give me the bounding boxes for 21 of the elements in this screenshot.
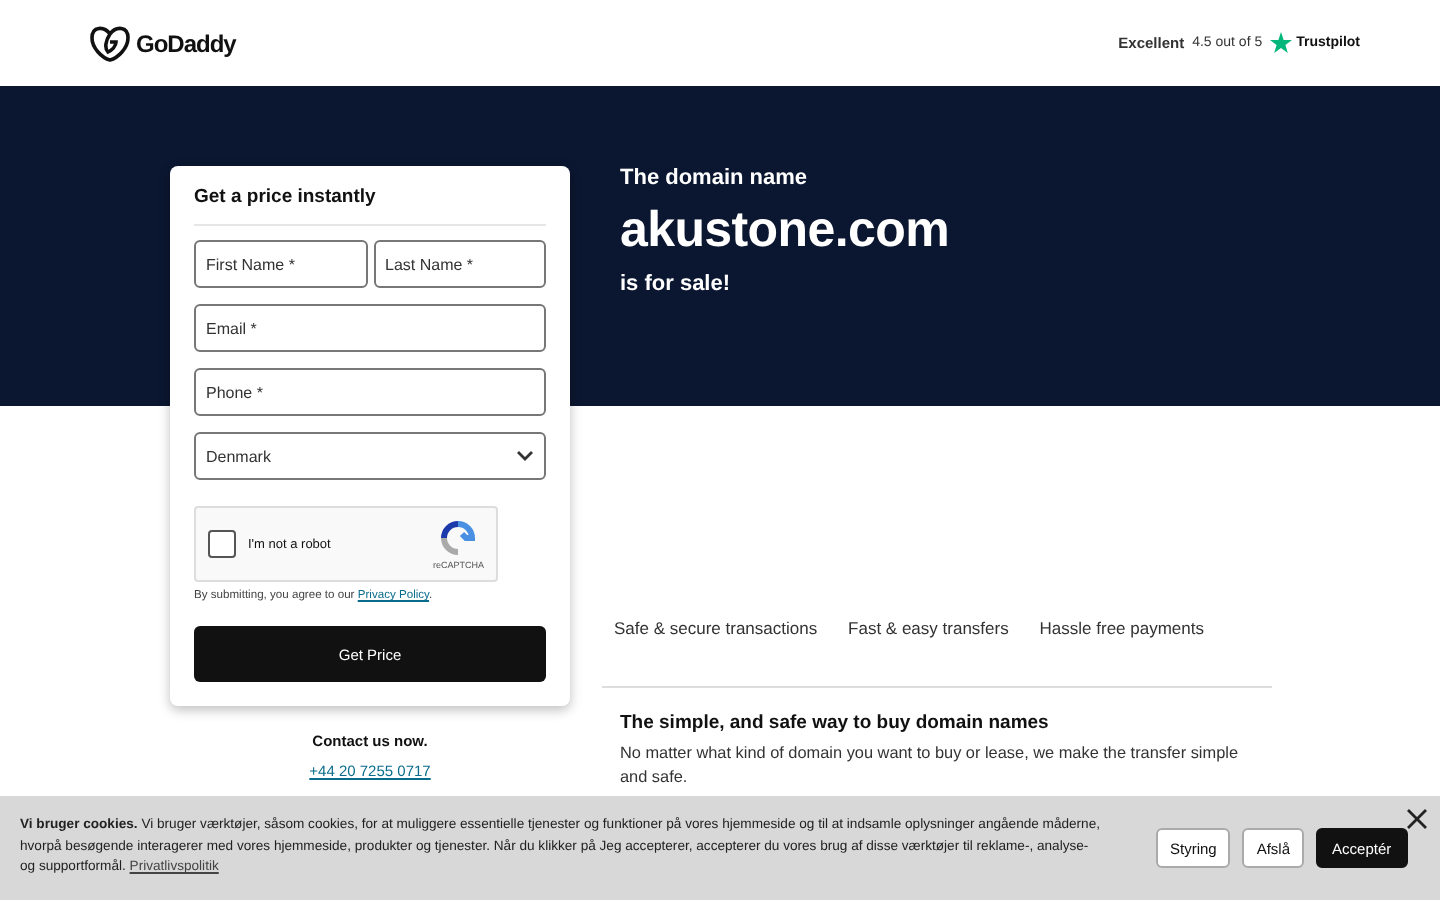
- form-title: Get a price instantly: [194, 186, 546, 226]
- input-field[interactable]: Email *: [194, 304, 546, 352]
- country-select[interactable]: Denmark: [194, 432, 546, 480]
- info-title: The simple, and safe way to buy domain names: [618, 712, 1051, 734]
- logo-text[interactable]: GoDaddy: [136, 29, 236, 57]
- domain-name: akustone.com: [620, 202, 952, 260]
- info-text: No matter what kind of domain you want to buy or lease, we make the transfer simple and safe.: [618, 742, 1240, 790]
- captcha-checkbox[interactable]: [208, 530, 236, 558]
- input-field[interactable]: First Name *: [194, 240, 367, 288]
- feature-label: Hassle free payments: [1039, 618, 1204, 638]
- feature-label: Fast & easy transfers: [848, 618, 1009, 638]
- input-field[interactable]: Last Name *: [373, 240, 546, 288]
- hero-outro: is for sale!: [620, 272, 733, 296]
- recaptcha-icon: [440, 519, 477, 555]
- star-icon: [1270, 32, 1293, 54]
- logo-icon: [90, 25, 130, 61]
- input-field[interactable]: Phone *: [194, 368, 546, 416]
- feature-label: Safe & secure transactions: [614, 618, 818, 638]
- close-icon[interactable]: [1406, 808, 1428, 830]
- chevron-down-icon: [516, 450, 534, 462]
- hero-intro: The domain name: [620, 166, 810, 190]
